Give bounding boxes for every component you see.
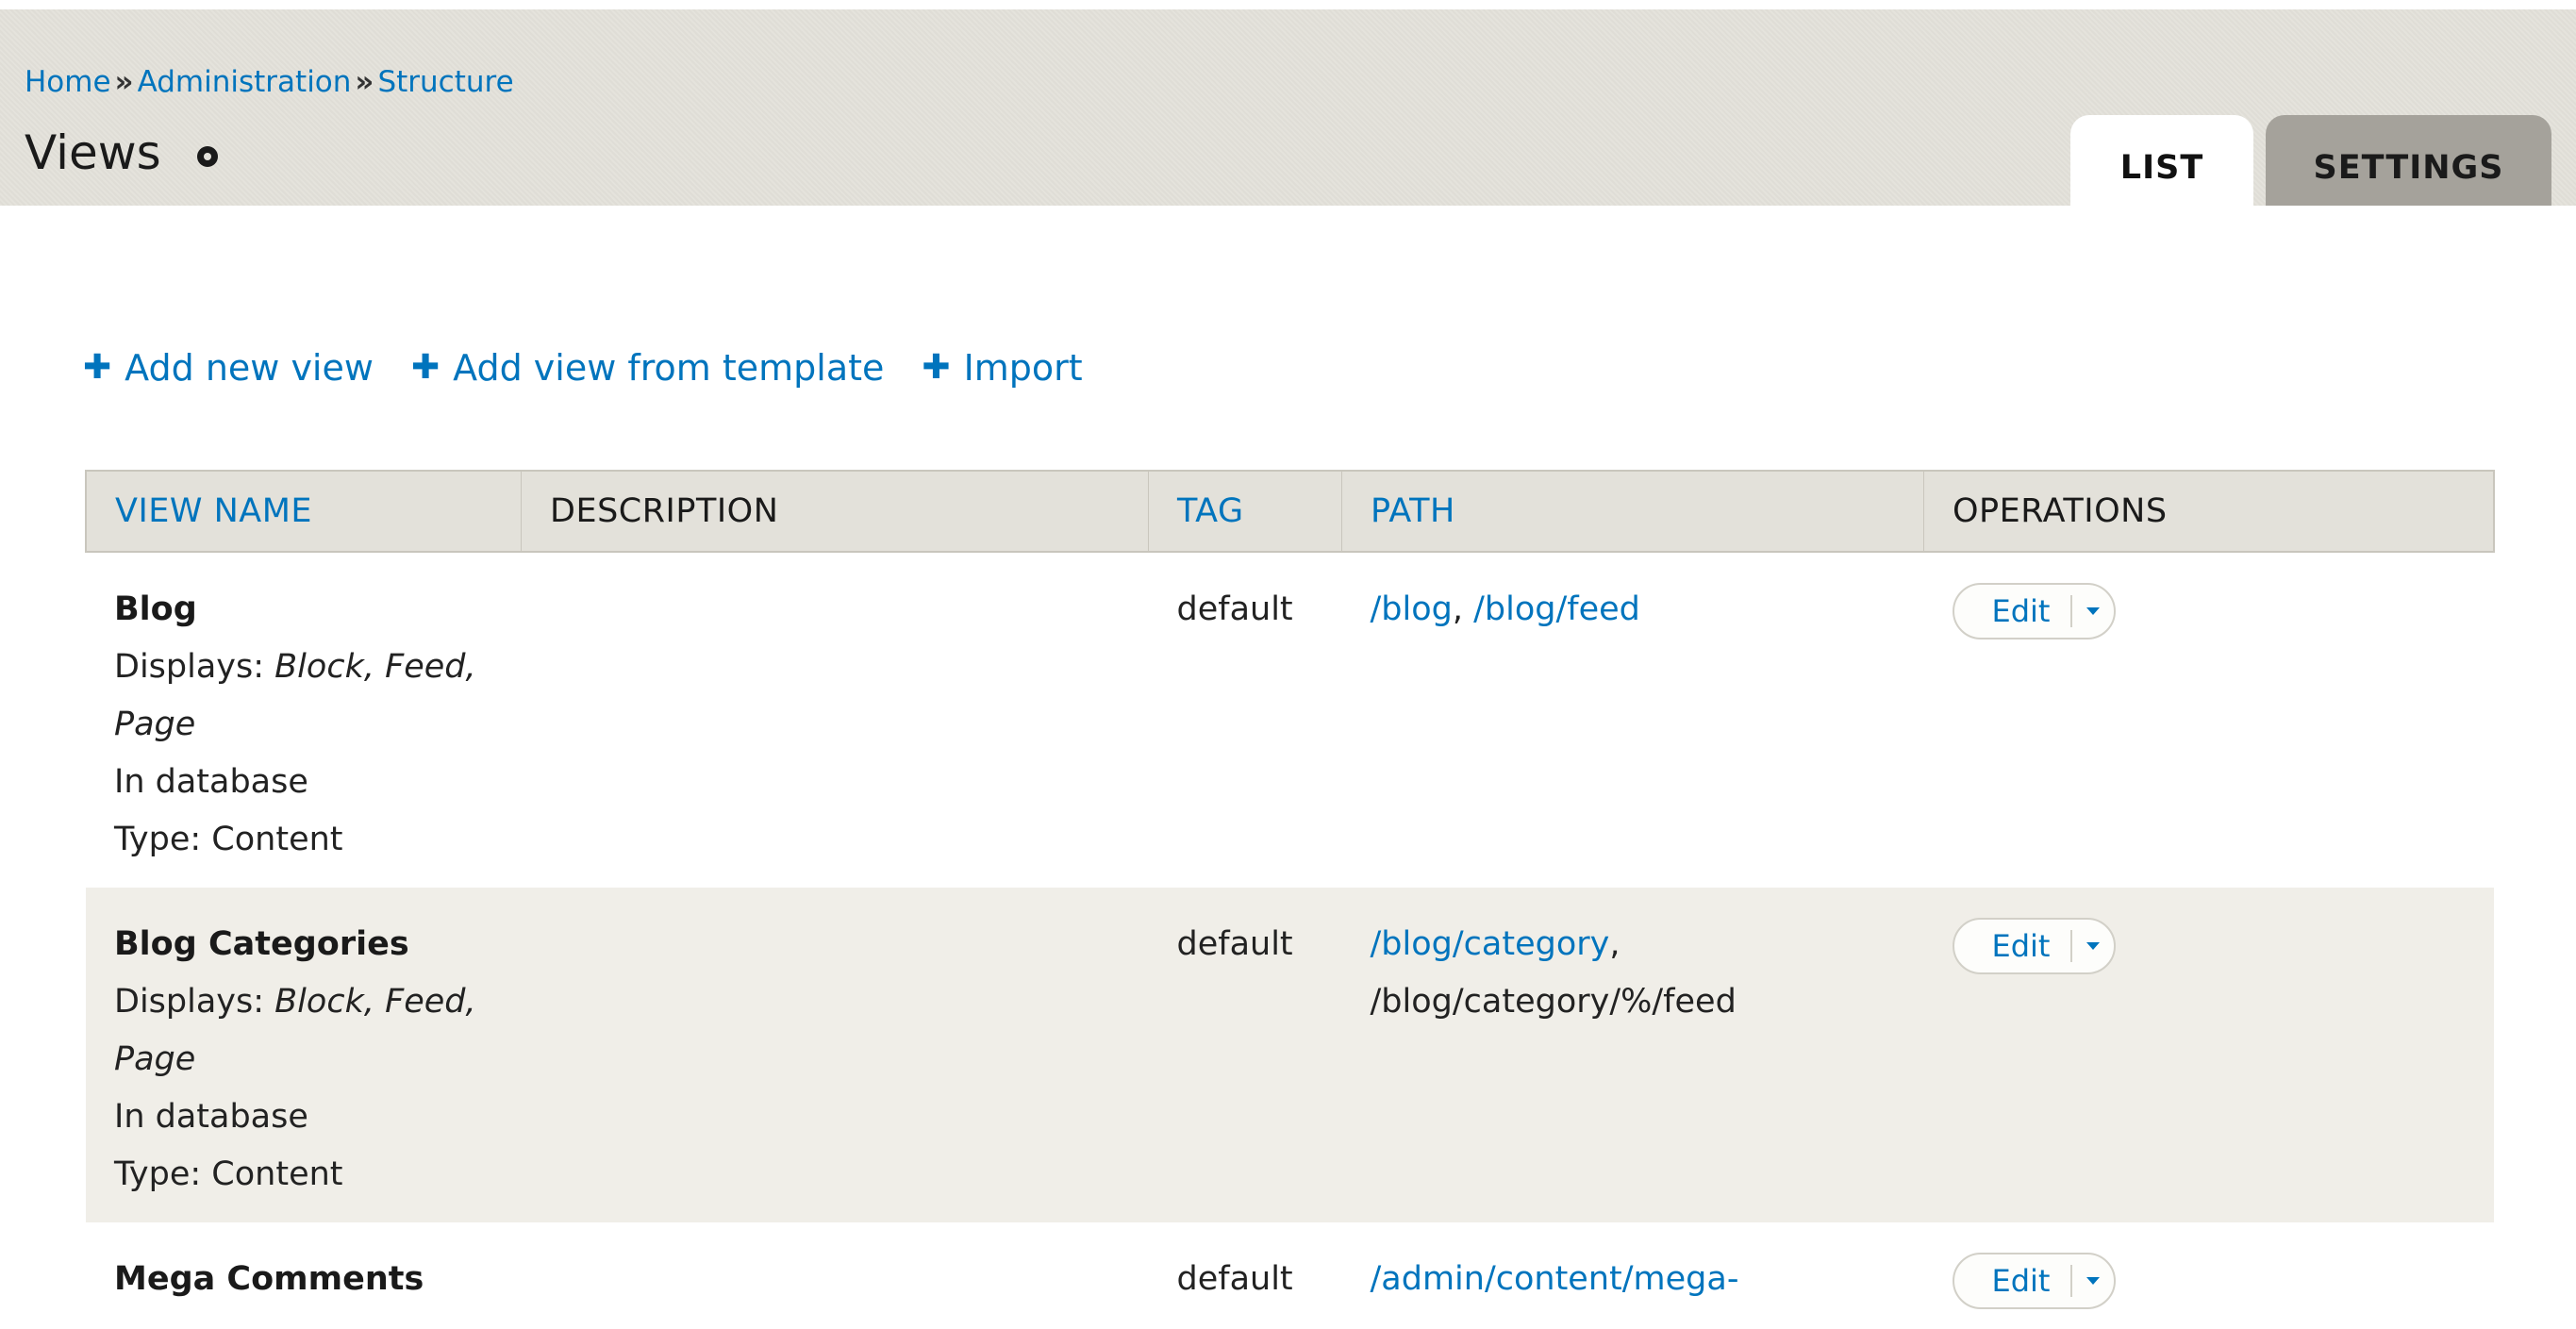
path-link[interactable]: /admin/content/mega-: [1371, 1260, 1739, 1298]
add-shortcut-icon[interactable]: [196, 146, 218, 167]
breadcrumb-separator: »: [114, 65, 134, 99]
view-path-cell: /blog/category, /blog/category/%/feed: [1342, 888, 1924, 1222]
tab-settings[interactable]: SETTINGS: [2266, 115, 2551, 206]
operations-dropbutton: Edit: [1952, 918, 2117, 974]
view-displays: Displays: Block, Feed,: [114, 983, 476, 1021]
view-name: Blog Categories: [114, 925, 409, 963]
import-label: Import: [963, 347, 1083, 389]
view-storage: In database: [114, 1098, 308, 1136]
tab-list[interactable]: LIST: [2070, 115, 2253, 206]
view-description-cell: [522, 888, 1149, 1222]
chevron-down-icon: [2086, 607, 2101, 615]
breadcrumb: Home» Administration» Structure: [25, 64, 514, 100]
path-link[interactable]: /blog/category: [1371, 925, 1610, 963]
chevron-down-icon: [2086, 1277, 2101, 1285]
view-operations-cell: Edit: [1924, 888, 2495, 1222]
page-title: Views: [25, 125, 161, 180]
plus-icon: ✚: [922, 348, 951, 387]
view-path-cell: /blog, /blog/feed: [1342, 552, 1924, 888]
view-tag-cell: default: [1176, 925, 1293, 963]
view-type: Type: Content: [114, 1155, 343, 1193]
path-link[interactable]: /blog: [1371, 590, 1453, 628]
path-text: /blog/category/%/feed: [1370, 983, 1737, 1021]
view-storage: In database: [114, 763, 308, 801]
view-operations-cell: Edit: [1924, 552, 2495, 888]
view-path-cell: /admin/content/mega-: [1342, 1222, 1924, 1329]
view-description-cell: [522, 552, 1149, 888]
breadcrumb-home-link[interactable]: Home: [25, 65, 111, 99]
column-header-path[interactable]: PATH: [1341, 470, 1924, 553]
view-name-cell: Blog Displays: Block, Feed, Page In data…: [86, 552, 522, 888]
table-row: Blog Displays: Block, Feed, Page In data…: [86, 552, 2494, 888]
edit-button[interactable]: Edit: [1954, 585, 2071, 638]
edit-button[interactable]: Edit: [1954, 920, 2071, 972]
chevron-down-icon: [2086, 942, 2101, 950]
edit-button[interactable]: Edit: [1954, 1254, 2071, 1307]
add-new-view-link[interactable]: ✚ Add new view: [83, 341, 374, 394]
view-name-cell: Blog Categories Displays: Block, Feed, P…: [86, 888, 522, 1222]
operations-dropbutton: Edit: [1952, 1253, 2117, 1309]
path-separator: ,: [1609, 925, 1620, 963]
operations-dropbutton: Edit: [1952, 583, 2117, 640]
view-displays-cont: Page: [114, 706, 196, 743]
plus-icon: ✚: [410, 348, 440, 387]
view-name: Mega Comments: [114, 1260, 424, 1298]
column-header-tag[interactable]: TAG: [1148, 470, 1342, 553]
view-name-cell: Mega Comments: [86, 1222, 522, 1329]
path-separator: ,: [1452, 590, 1474, 628]
view-tag-cell: default: [1176, 1260, 1293, 1298]
views-table: VIEW NAME DESCRIPTION TAG PATH OPERATION…: [85, 470, 2495, 1329]
view-tag-cell: default: [1176, 590, 1293, 628]
view-displays-cont: Page: [114, 1040, 196, 1078]
breadcrumb-administration-link[interactable]: Administration: [138, 65, 352, 99]
view-operations-cell: Edit: [1924, 1222, 2495, 1329]
table-header-row: VIEW NAME DESCRIPTION TAG PATH OPERATION…: [85, 470, 2495, 553]
table-row: Blog Categories Displays: Block, Feed, P…: [86, 888, 2494, 1222]
page-title-wrap: Views: [25, 125, 218, 181]
path-link[interactable]: /blog/feed: [1473, 590, 1640, 628]
add-view-from-template-link[interactable]: ✚ Add view from template: [411, 341, 884, 394]
view-description-cell: [522, 1222, 1149, 1329]
operations-toggle-button[interactable]: [2070, 1265, 2114, 1297]
operations-toggle-button[interactable]: [2070, 930, 2114, 962]
column-header-operations: OPERATIONS: [1923, 470, 2495, 553]
breadcrumb-separator: »: [355, 65, 374, 99]
column-header-description: DESCRIPTION: [521, 470, 1149, 553]
operations-toggle-button[interactable]: [2070, 595, 2114, 627]
add-view-from-template-label: Add view from template: [453, 347, 885, 389]
import-link[interactable]: ✚ Import: [922, 341, 1082, 394]
view-name: Blog: [114, 590, 197, 628]
add-new-view-label: Add new view: [125, 347, 374, 389]
plus-icon: ✚: [83, 348, 112, 387]
column-header-view-name[interactable]: VIEW NAME: [85, 470, 522, 553]
view-displays: Displays: Block, Feed,: [114, 648, 476, 686]
view-type: Type: Content: [114, 821, 343, 858]
breadcrumb-structure-link[interactable]: Structure: [377, 65, 513, 99]
action-links: ✚ Add new view ✚ Add view from template …: [83, 341, 1121, 394]
table-row: Mega Comments default /admin/content/meg…: [86, 1222, 2494, 1329]
